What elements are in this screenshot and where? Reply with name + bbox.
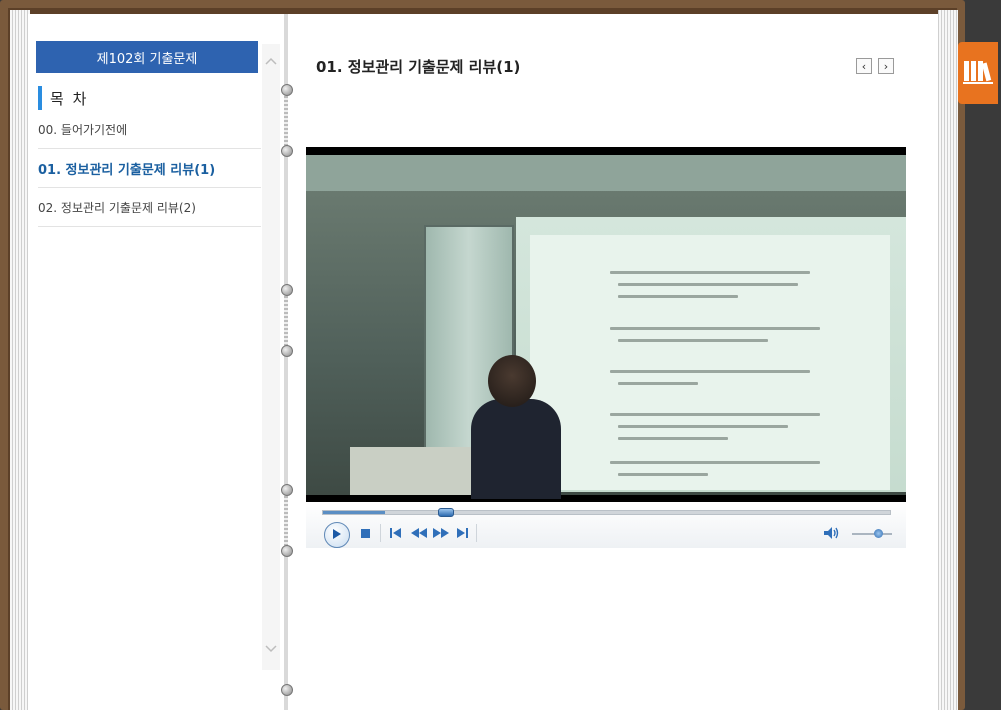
library-tab-button[interactable] — [958, 42, 998, 104]
ring-link — [284, 495, 288, 550]
volume-slider[interactable] — [852, 529, 892, 538]
video-scene-presenter-body — [471, 399, 561, 499]
binding-ring — [281, 284, 293, 296]
binding-ring — [281, 145, 293, 157]
speaker-icon — [824, 526, 840, 542]
toc-title: 목 차 — [50, 89, 89, 108]
skip-previous-button[interactable] — [388, 526, 404, 542]
rewind-icon — [411, 527, 427, 541]
video-frame[interactable] — [306, 147, 906, 502]
fast-forward-button[interactable] — [432, 526, 450, 542]
rewind-button[interactable] — [410, 526, 428, 542]
video-scene-document — [530, 235, 890, 490]
seek-bar-fill — [323, 511, 386, 514]
toc-item-review-2[interactable]: 02. 정보관리 기출문제 리뷰(2) — [38, 188, 261, 227]
skip-next-icon — [456, 527, 468, 541]
binding-ring — [281, 684, 293, 696]
page-stack-left — [10, 10, 30, 710]
toc-title-wrap: 목 차 — [38, 86, 88, 110]
toc-header: 제102회 기출문제 — [36, 41, 258, 73]
mute-button[interactable] — [822, 526, 842, 542]
play-button[interactable] — [324, 522, 350, 548]
page-stack-right — [938, 10, 958, 710]
ring-link — [284, 295, 288, 350]
skip-next-button[interactable] — [454, 526, 470, 542]
video-scene-presenter-head — [488, 355, 536, 407]
controls-separator — [476, 524, 477, 542]
binding-ring — [281, 545, 293, 557]
scroll-down-icon[interactable] — [262, 640, 280, 658]
seek-handle[interactable] — [438, 508, 455, 517]
toc-title-bar — [38, 86, 42, 110]
toc-item-review-1[interactable]: 01. 정보관리 기출문제 리뷰(1) — [38, 149, 261, 188]
scroll-up-icon[interactable] — [262, 52, 280, 70]
volume-handle[interactable] — [874, 529, 883, 538]
player-controls — [306, 502, 906, 548]
stop-icon — [360, 528, 370, 541]
toc-item-intro[interactable]: 00. 들어가기전에 — [38, 110, 261, 149]
toc-list: 00. 들어가기전에 01. 정보관리 기출문제 리뷰(1) 02. 정보관리 … — [38, 110, 261, 227]
fast-forward-icon — [433, 527, 449, 541]
video-scene-desk — [350, 447, 480, 495]
bookshelf-icon — [962, 57, 994, 89]
video-scene-ceiling — [306, 155, 906, 191]
skip-previous-icon — [390, 527, 402, 541]
binding-ring — [281, 84, 293, 96]
controls-separator — [380, 524, 381, 542]
binding-ring — [281, 345, 293, 357]
stop-button[interactable] — [358, 526, 372, 542]
next-page-button[interactable]: › — [878, 58, 894, 74]
lesson-title: 01. 정보관리 기출문제 리뷰(1) — [316, 58, 521, 76]
prev-page-button[interactable]: ‹ — [856, 58, 872, 74]
toc-scrollbar[interactable] — [262, 44, 280, 670]
ring-link — [284, 95, 288, 150]
play-icon — [332, 528, 342, 543]
seek-bar[interactable] — [322, 508, 891, 517]
binding-ring — [281, 484, 293, 496]
